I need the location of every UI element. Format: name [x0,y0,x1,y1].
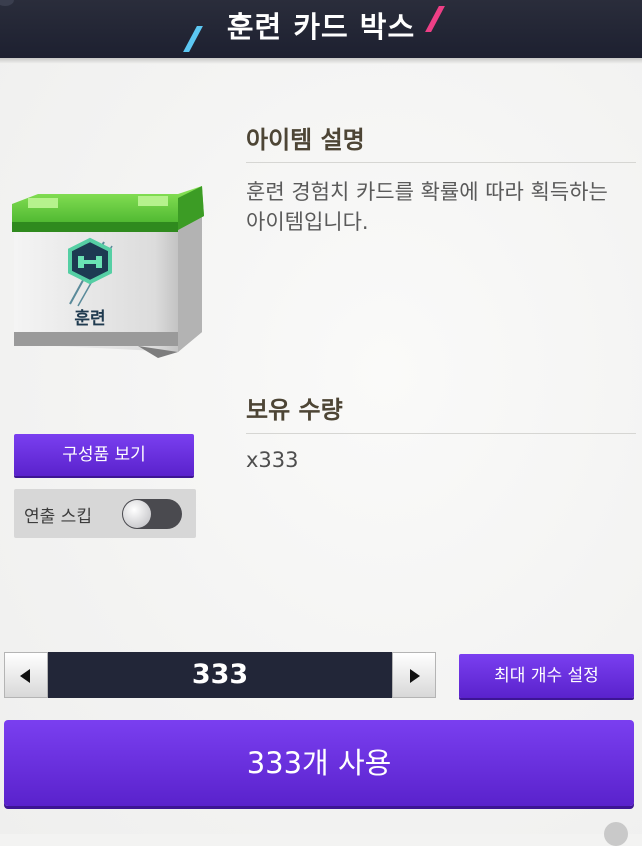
skip-animation-row: 연출 스킵 [14,489,196,538]
box-label: 훈련 [74,308,105,329]
description-divider [246,162,636,163]
page-title: 훈련 카드 박스 [226,10,416,44]
use-items-button[interactable]: 333개 사용 [4,720,634,806]
holdings-divider [246,433,636,434]
view-components-button[interactable]: 구성품 보기 [14,434,194,476]
header-bar: 훈련 카드 박스 [0,0,642,58]
item-description-text: 훈련 경험치 카드를 확률에 따라 획득하는 아이템입니다. [246,180,608,234]
set-max-count-button[interactable]: 최대 개수 설정 [459,654,634,698]
toggle-knob [123,500,151,528]
item-description-heading: 아이템 설명 [246,126,365,154]
quantity-field[interactable]: 333 [48,652,392,698]
training-card-box-image: 훈련 [8,176,208,358]
corner-icon [604,822,628,846]
holdings-heading: 보유 수량 [246,396,343,424]
holdings-quantity: x333 [246,448,299,472]
skip-animation-toggle[interactable] [122,499,182,529]
skip-animation-label: 연출 스킵 [24,507,92,527]
increase-button[interactable] [392,652,436,698]
right-arrow-icon [410,669,420,683]
left-arrow-icon [20,669,30,683]
decrease-button[interactable] [4,652,48,698]
